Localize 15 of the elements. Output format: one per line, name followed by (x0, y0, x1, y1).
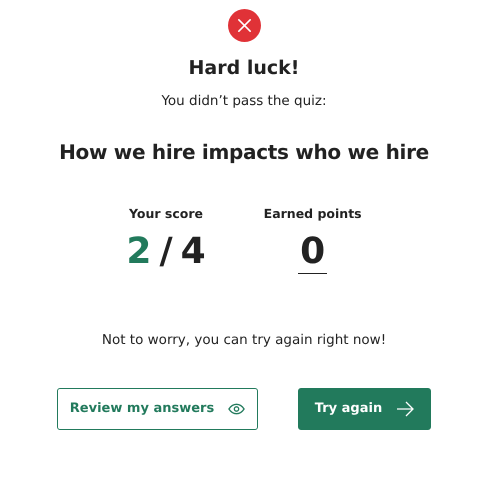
arrow-right-icon (396, 400, 414, 417)
points-label: Earned points (264, 204, 362, 223)
retry-message: Not to worry, you can try again right now! (102, 330, 386, 350)
result-heading: Hard luck! (188, 56, 300, 81)
correct-count: 2 (126, 230, 152, 273)
review-answers-button[interactable]: Review my answers (57, 388, 258, 430)
eye-icon (228, 402, 246, 415)
points-value: 0 (298, 230, 328, 274)
try-again-button[interactable]: Try again (298, 388, 431, 430)
score-separator: / (159, 230, 173, 273)
subtitle: You didn’t pass the quiz: (161, 92, 327, 110)
total-count: 4 (180, 230, 206, 273)
quiz-title: How we hire impacts who we hire (59, 138, 429, 166)
score-label: Your score (129, 204, 204, 223)
error-icon (228, 9, 260, 42)
